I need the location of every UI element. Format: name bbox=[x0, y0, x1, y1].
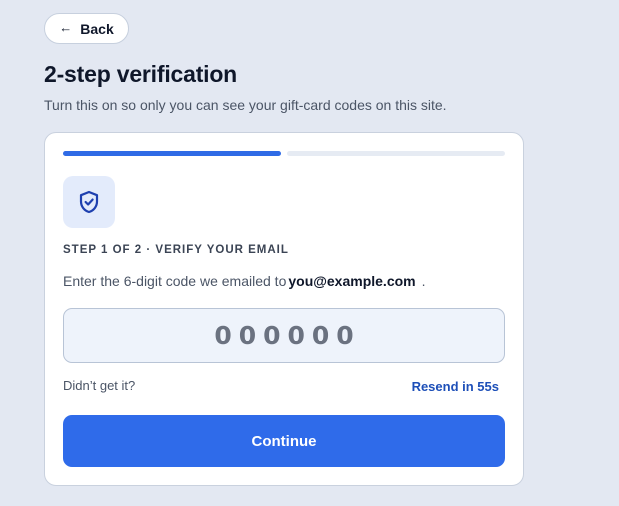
progress-segment-step-2 bbox=[287, 151, 505, 156]
shield-check-icon bbox=[63, 176, 115, 228]
step-label: STEP 1 OF 2 · VERIFY YOUR EMAIL bbox=[63, 244, 289, 256]
arrow-left-icon: ← bbox=[59, 20, 73, 35]
resend-code-link[interactable]: Resend in 55s bbox=[412, 379, 499, 394]
instruction-prefix: Enter the 6-digit code we emailed to bbox=[63, 273, 287, 289]
continue-button[interactable]: Continue bbox=[63, 415, 505, 467]
progress-segment-step-1 bbox=[63, 151, 281, 156]
back-button[interactable]: ← Back bbox=[44, 13, 129, 44]
didnt-get-it-text: Didn’t get it? bbox=[63, 378, 136, 393]
email-address: you@example.com bbox=[288, 273, 416, 289]
step-progress-bar bbox=[63, 151, 505, 156]
page-title: 2-step verification bbox=[44, 61, 238, 87]
verification-card: STEP 1 OF 2 · VERIFY YOUR EMAIL Enter th… bbox=[44, 132, 524, 486]
verification-code-input[interactable] bbox=[63, 308, 505, 363]
back-button-label: Back bbox=[80, 20, 114, 37]
instruction-text: Enter the 6-digit code we emailed to you@… bbox=[63, 273, 426, 289]
page-subtitle: Turn this on so only you can see your gi… bbox=[44, 97, 447, 113]
instruction-suffix: . bbox=[421, 273, 426, 289]
